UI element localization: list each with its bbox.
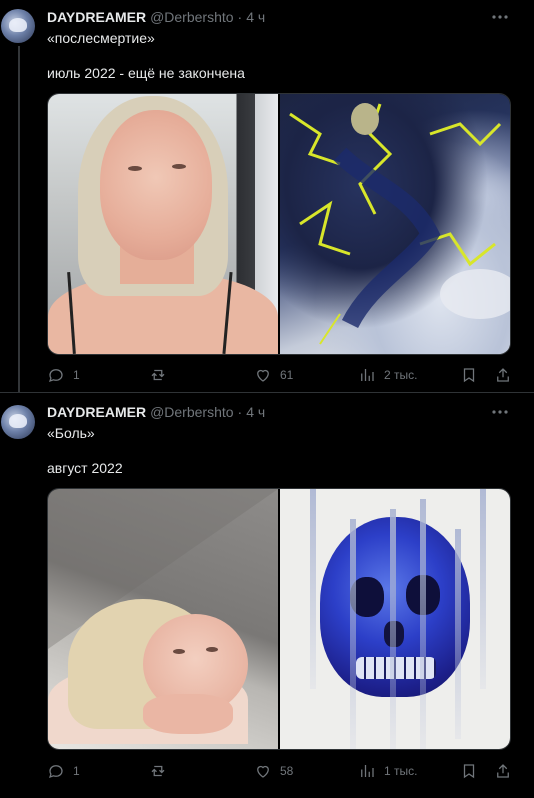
tweet-text-body: июль 2022 - ещё не закончена: [47, 65, 245, 81]
views-icon: [361, 369, 374, 381]
share-icon: [497, 368, 509, 382]
views-button[interactable]: 1 тыс.: [358, 761, 417, 781]
heart-icon: [257, 765, 269, 778]
author-name[interactable]: DAYDREAMER: [47, 9, 146, 25]
views-icon: [361, 765, 374, 777]
tweet-header: DAYDREAMER @Derbershto · 4 ч: [47, 7, 265, 27]
reply-count: 1: [73, 368, 80, 382]
heart-icon: [257, 369, 269, 382]
repost-button[interactable]: [149, 761, 175, 781]
repost-icon: [151, 369, 165, 381]
like-button[interactable]: 61: [254, 365, 293, 385]
tweet-header: DAYDREAMER @Derbershto · 4 ч: [47, 402, 265, 422]
media-photo-painting[interactable]: [279, 94, 510, 354]
more-horizontal-icon[interactable]: [490, 7, 510, 27]
like-count: 58: [280, 764, 294, 778]
avatar[interactable]: [1, 9, 35, 43]
media-grid[interactable]: [47, 93, 511, 355]
share-button[interactable]: [494, 761, 512, 781]
tweet-actions: 1 58 1 тыс.: [47, 761, 517, 781]
thread-line: [18, 46, 20, 392]
timestamp[interactable]: 4 ч: [246, 404, 265, 420]
views-count: 2 тыс.: [384, 368, 418, 382]
author-handle[interactable]: @Derbershto: [150, 9, 233, 25]
bookmark-button[interactable]: [460, 365, 478, 385]
repost-button[interactable]: [149, 365, 175, 385]
author-handle[interactable]: @Derbershto: [150, 404, 233, 420]
tweet-text-title: «послесмертие»: [47, 30, 155, 46]
reply-count: 1: [73, 764, 80, 778]
separator-dot: ·: [237, 404, 243, 420]
avatar[interactable]: [1, 405, 35, 439]
reply-button[interactable]: 1: [47, 761, 80, 781]
repost-icon: [151, 765, 165, 777]
more-horizontal-icon[interactable]: [490, 402, 510, 422]
author-name[interactable]: DAYDREAMER: [47, 404, 146, 420]
media-photo-selfie[interactable]: [48, 489, 278, 749]
media-grid[interactable]: [47, 488, 511, 750]
tweet-actions: 1 61 2 тыс.: [47, 365, 517, 385]
reply-button[interactable]: 1: [47, 365, 80, 385]
like-button[interactable]: 58: [254, 761, 293, 781]
tweet-text-body: август 2022: [47, 460, 123, 476]
views-button[interactable]: 2 тыс.: [358, 365, 417, 385]
bookmark-button[interactable]: [460, 761, 478, 781]
tweet-text-title: «Боль»: [47, 425, 95, 441]
media-photo-painting[interactable]: [279, 489, 510, 749]
like-count: 61: [280, 368, 294, 382]
media-photo-selfie[interactable]: [48, 94, 278, 354]
separator-dot: ·: [237, 9, 243, 25]
reply-icon: [49, 765, 63, 779]
tweet[interactable]: DAYDREAMER @Derbershto · 4 ч «послесмерт…: [0, 0, 534, 392]
tweet[interactable]: DAYDREAMER @Derbershto · 4 ч «Боль» авгу…: [0, 393, 534, 798]
reply-icon: [49, 369, 63, 383]
bookmark-icon: [463, 368, 475, 383]
share-icon: [497, 764, 509, 778]
bookmark-icon: [463, 764, 475, 779]
timestamp[interactable]: 4 ч: [246, 9, 265, 25]
share-button[interactable]: [494, 365, 512, 385]
views-count: 1 тыс.: [384, 764, 418, 778]
